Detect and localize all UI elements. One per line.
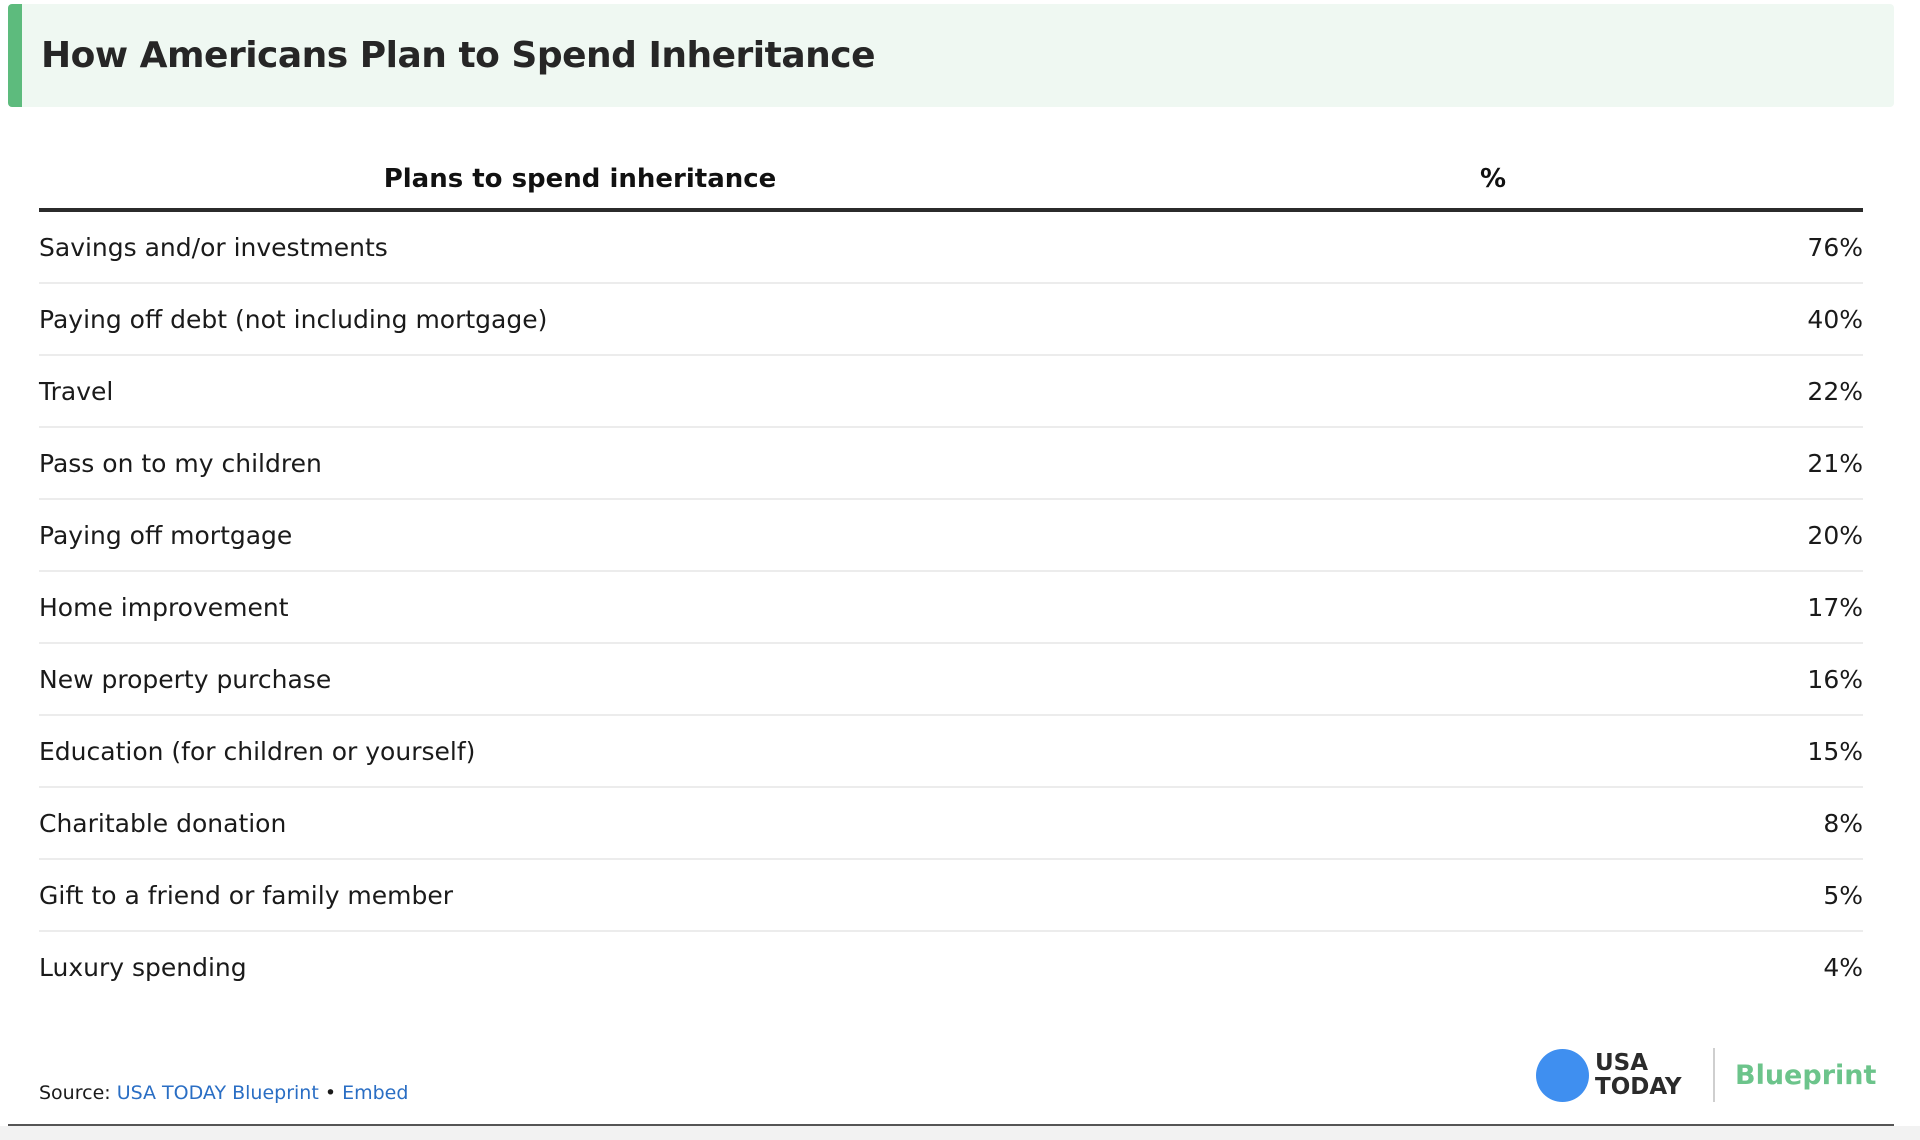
table-row: Paying off debt (not including mortgage)…	[39, 283, 1863, 356]
row-percent-cell: 22%	[1122, 355, 1863, 428]
row-plan-cell: Education (for children or yourself)	[39, 715, 1122, 788]
row-plan-cell: Travel	[39, 355, 1122, 428]
table-row: New property purchase 16%	[39, 643, 1863, 716]
bullet-separator: •	[318, 1082, 343, 1104]
row-plan-cell: Luxury spending	[39, 952, 247, 982]
embed-link[interactable]: Embed	[342, 1082, 408, 1104]
table-row: Gift to a friend or family member 5%	[39, 859, 1863, 932]
table-header-row: Plans to spend inheritance %	[39, 150, 1863, 212]
row-plan-cell: Paying off mortgage	[39, 499, 1122, 572]
data-table: Plans to spend inheritance % Savings and…	[39, 150, 1863, 1002]
blueprint-wordmark: Blueprint	[1735, 1059, 1877, 1091]
row-plan-cell: Home improvement	[39, 571, 1122, 644]
today-text: TODAY	[1595, 1074, 1682, 1100]
table-row: Education (for children or yourself) 15%	[39, 715, 1863, 788]
row-percent-cell: 40%	[1122, 283, 1863, 356]
row-plan-cell: Gift to a friend or family member	[39, 859, 1122, 932]
row-plan-cell: Paying off debt (not including mortgage)	[39, 283, 1122, 356]
row-percent-cell: 21%	[1122, 427, 1863, 500]
row-percent-cell: 16%	[1122, 643, 1863, 716]
source-label: Source:	[39, 1082, 117, 1104]
row-plan-cell: Pass on to my children	[39, 427, 1122, 500]
table-body: Savings and/or investments 76% Paying off …	[39, 210, 1863, 1002]
row-percent-cell: 17%	[1122, 571, 1863, 644]
row-percent-cell: 76%	[1122, 210, 1863, 284]
table-row: Travel 22%	[39, 355, 1863, 428]
table-row: Home improvement 17%	[39, 571, 1863, 644]
column-header-percent[interactable]: %	[1122, 150, 1863, 212]
source-line: Source: USA TODAY Blueprint • Embed	[39, 1082, 408, 1104]
row-percent-cell: 5%	[1122, 859, 1863, 932]
inheritance-table: Plans to spend inheritance % Savings and…	[39, 150, 1863, 1002]
row-plan-cell: Charitable donation	[39, 787, 1122, 860]
row-percent-cell: 8%	[1122, 787, 1863, 860]
usa-today-blueprint-logo: USA TODAY Blueprint	[1536, 1048, 1876, 1102]
bottom-shadow	[0, 1126, 1920, 1140]
table-row: Savings and/or investments 76%	[39, 210, 1863, 284]
source-link[interactable]: USA TODAY Blueprint	[117, 1082, 319, 1104]
row-plan-cell: Savings and/or investments	[39, 210, 1122, 284]
usa-text: USA	[1595, 1050, 1649, 1076]
table-row: Charitable donation 8%	[39, 787, 1863, 860]
row-percent-cell: 20%	[1122, 499, 1863, 572]
page-title: How Americans Plan to Spend Inheritance	[41, 35, 876, 76]
table-row: Pass on to my children 21%	[39, 427, 1863, 500]
row-plan-cell: New property purchase	[39, 643, 1122, 716]
table-row: Paying off mortgage 20%	[39, 499, 1863, 572]
table-row: Luxury spending 4%	[39, 931, 1863, 1002]
row-percent-cell: 4%	[1823, 952, 1863, 982]
usa-today-wordmark: USA TODAY	[1595, 1051, 1691, 1099]
column-header-plan[interactable]: Plans to spend inheritance	[39, 150, 1123, 212]
row-percent-cell: 15%	[1122, 715, 1863, 788]
title-bar: How Americans Plan to Spend Inheritance	[8, 4, 1894, 107]
logo-divider	[1713, 1048, 1715, 1102]
usa-today-dot-icon	[1536, 1048, 1589, 1102]
